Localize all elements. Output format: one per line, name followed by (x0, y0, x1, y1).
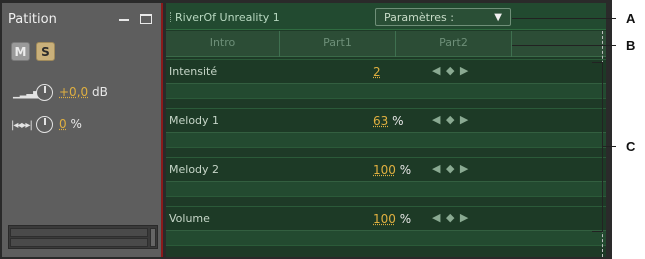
meter-clip-indicator (150, 228, 156, 247)
clip-name[interactable]: RiverOf Unreality 1 (170, 11, 280, 24)
automation-lane: Intensité 2 ◀ ◆ ▶ (166, 59, 606, 103)
pan-icon: |◂◂▸▸| (11, 120, 33, 131)
keyframe-nav[interactable]: ◀ ◆ ▶ (432, 113, 469, 126)
lane-unit: % (392, 114, 404, 128)
keyframe-nav[interactable]: ◀ ◆ ▶ (432, 64, 469, 77)
lane-value[interactable]: 100 (373, 163, 396, 177)
section-intro[interactable]: Intro (166, 31, 280, 57)
parameters-dropdown[interactable]: Paramètres : ▼ (375, 8, 511, 26)
track-control-panel: Patition M S ▁▂▃▅▇ +0,0 dB |◂◂▸▸| 0 % (2, 3, 163, 257)
minimize-icon[interactable] (119, 19, 129, 21)
mute-button[interactable]: M (11, 42, 30, 61)
lane-envelope-row[interactable] (166, 230, 606, 246)
clip-header: RiverOf Unreality 1 Paramètres : ▼ (166, 3, 606, 30)
section-part1[interactable]: Part1 (280, 31, 396, 57)
lane-value-readout[interactable]: 100 % (373, 212, 411, 226)
lane-unit: % (399, 212, 412, 226)
pan-unit: % (70, 117, 82, 131)
callout-b-line (512, 45, 616, 46)
lane-label: Volume (169, 212, 210, 225)
meter-left-channel (10, 228, 148, 237)
automation-lane: Melody 2 100 % ◀ ◆ ▶ (166, 157, 606, 201)
callout-c-bracket (592, 62, 603, 232)
automation-lane: Melody 1 63 % ◀ ◆ ▶ (166, 108, 606, 152)
callout-c-line (603, 146, 616, 147)
callout-b-label: B (626, 38, 636, 53)
section-part2[interactable]: Part2 (396, 31, 512, 57)
lane-label: Melody 1 (169, 114, 220, 127)
solo-button[interactable]: S (36, 42, 55, 61)
meter-right-channel (10, 238, 148, 247)
lane-label: Intensité (169, 65, 218, 78)
callout-a-line (512, 18, 616, 19)
keyframe-nav[interactable]: ◀ ◆ ▶ (432, 211, 469, 224)
window-icon[interactable] (140, 14, 152, 24)
lane-value[interactable]: 100 (373, 212, 396, 226)
dropdown-arrow-icon: ▼ (494, 12, 502, 23)
pan-knob[interactable] (36, 116, 53, 133)
callout-c-label: C (626, 139, 636, 154)
section-ruler: Intro Part1 Part2 (166, 31, 606, 57)
automation-lanes: RiverOf Unreality 1 Paramètres : ▼ Intro… (166, 3, 606, 257)
lane-envelope-row[interactable] (166, 181, 606, 197)
volume-knob[interactable] (36, 84, 53, 101)
lane-value-readout[interactable]: 100 % (373, 163, 411, 177)
session-window: Patition M S ▁▂▃▅▇ +0,0 dB |◂◂▸▸| 0 % Ri… (0, 0, 612, 259)
lane-label: Melody 2 (169, 163, 220, 176)
track-name[interactable]: Patition (8, 12, 57, 27)
lane-header-row (166, 59, 606, 83)
automation-lane: Volume 100 % ◀ ◆ ▶ (166, 206, 606, 250)
volume-readout[interactable]: +0,0 dB (59, 85, 108, 99)
parameters-label: Paramètres : (384, 11, 454, 24)
grip-icon[interactable] (170, 12, 173, 22)
lane-value-readout[interactable]: 63 % (373, 114, 404, 128)
volume-unit: dB (91, 85, 108, 99)
level-meter (8, 225, 158, 249)
lane-value[interactable]: 63 (373, 114, 388, 128)
callout-a-label: A (626, 11, 636, 26)
clip-name-label: RiverOf Unreality 1 (175, 11, 280, 24)
lane-unit: % (399, 163, 412, 177)
pan-readout[interactable]: 0 % (59, 117, 82, 131)
volume-value[interactable]: +0,0 (59, 85, 88, 99)
keyframe-nav[interactable]: ◀ ◆ ▶ (432, 162, 469, 175)
pan-value[interactable]: 0 (59, 117, 67, 131)
lane-value[interactable]: 2 (373, 65, 381, 79)
lane-envelope-row[interactable] (166, 132, 606, 148)
lane-value-readout[interactable]: 2 (373, 65, 381, 79)
lane-envelope-row[interactable] (166, 83, 606, 99)
